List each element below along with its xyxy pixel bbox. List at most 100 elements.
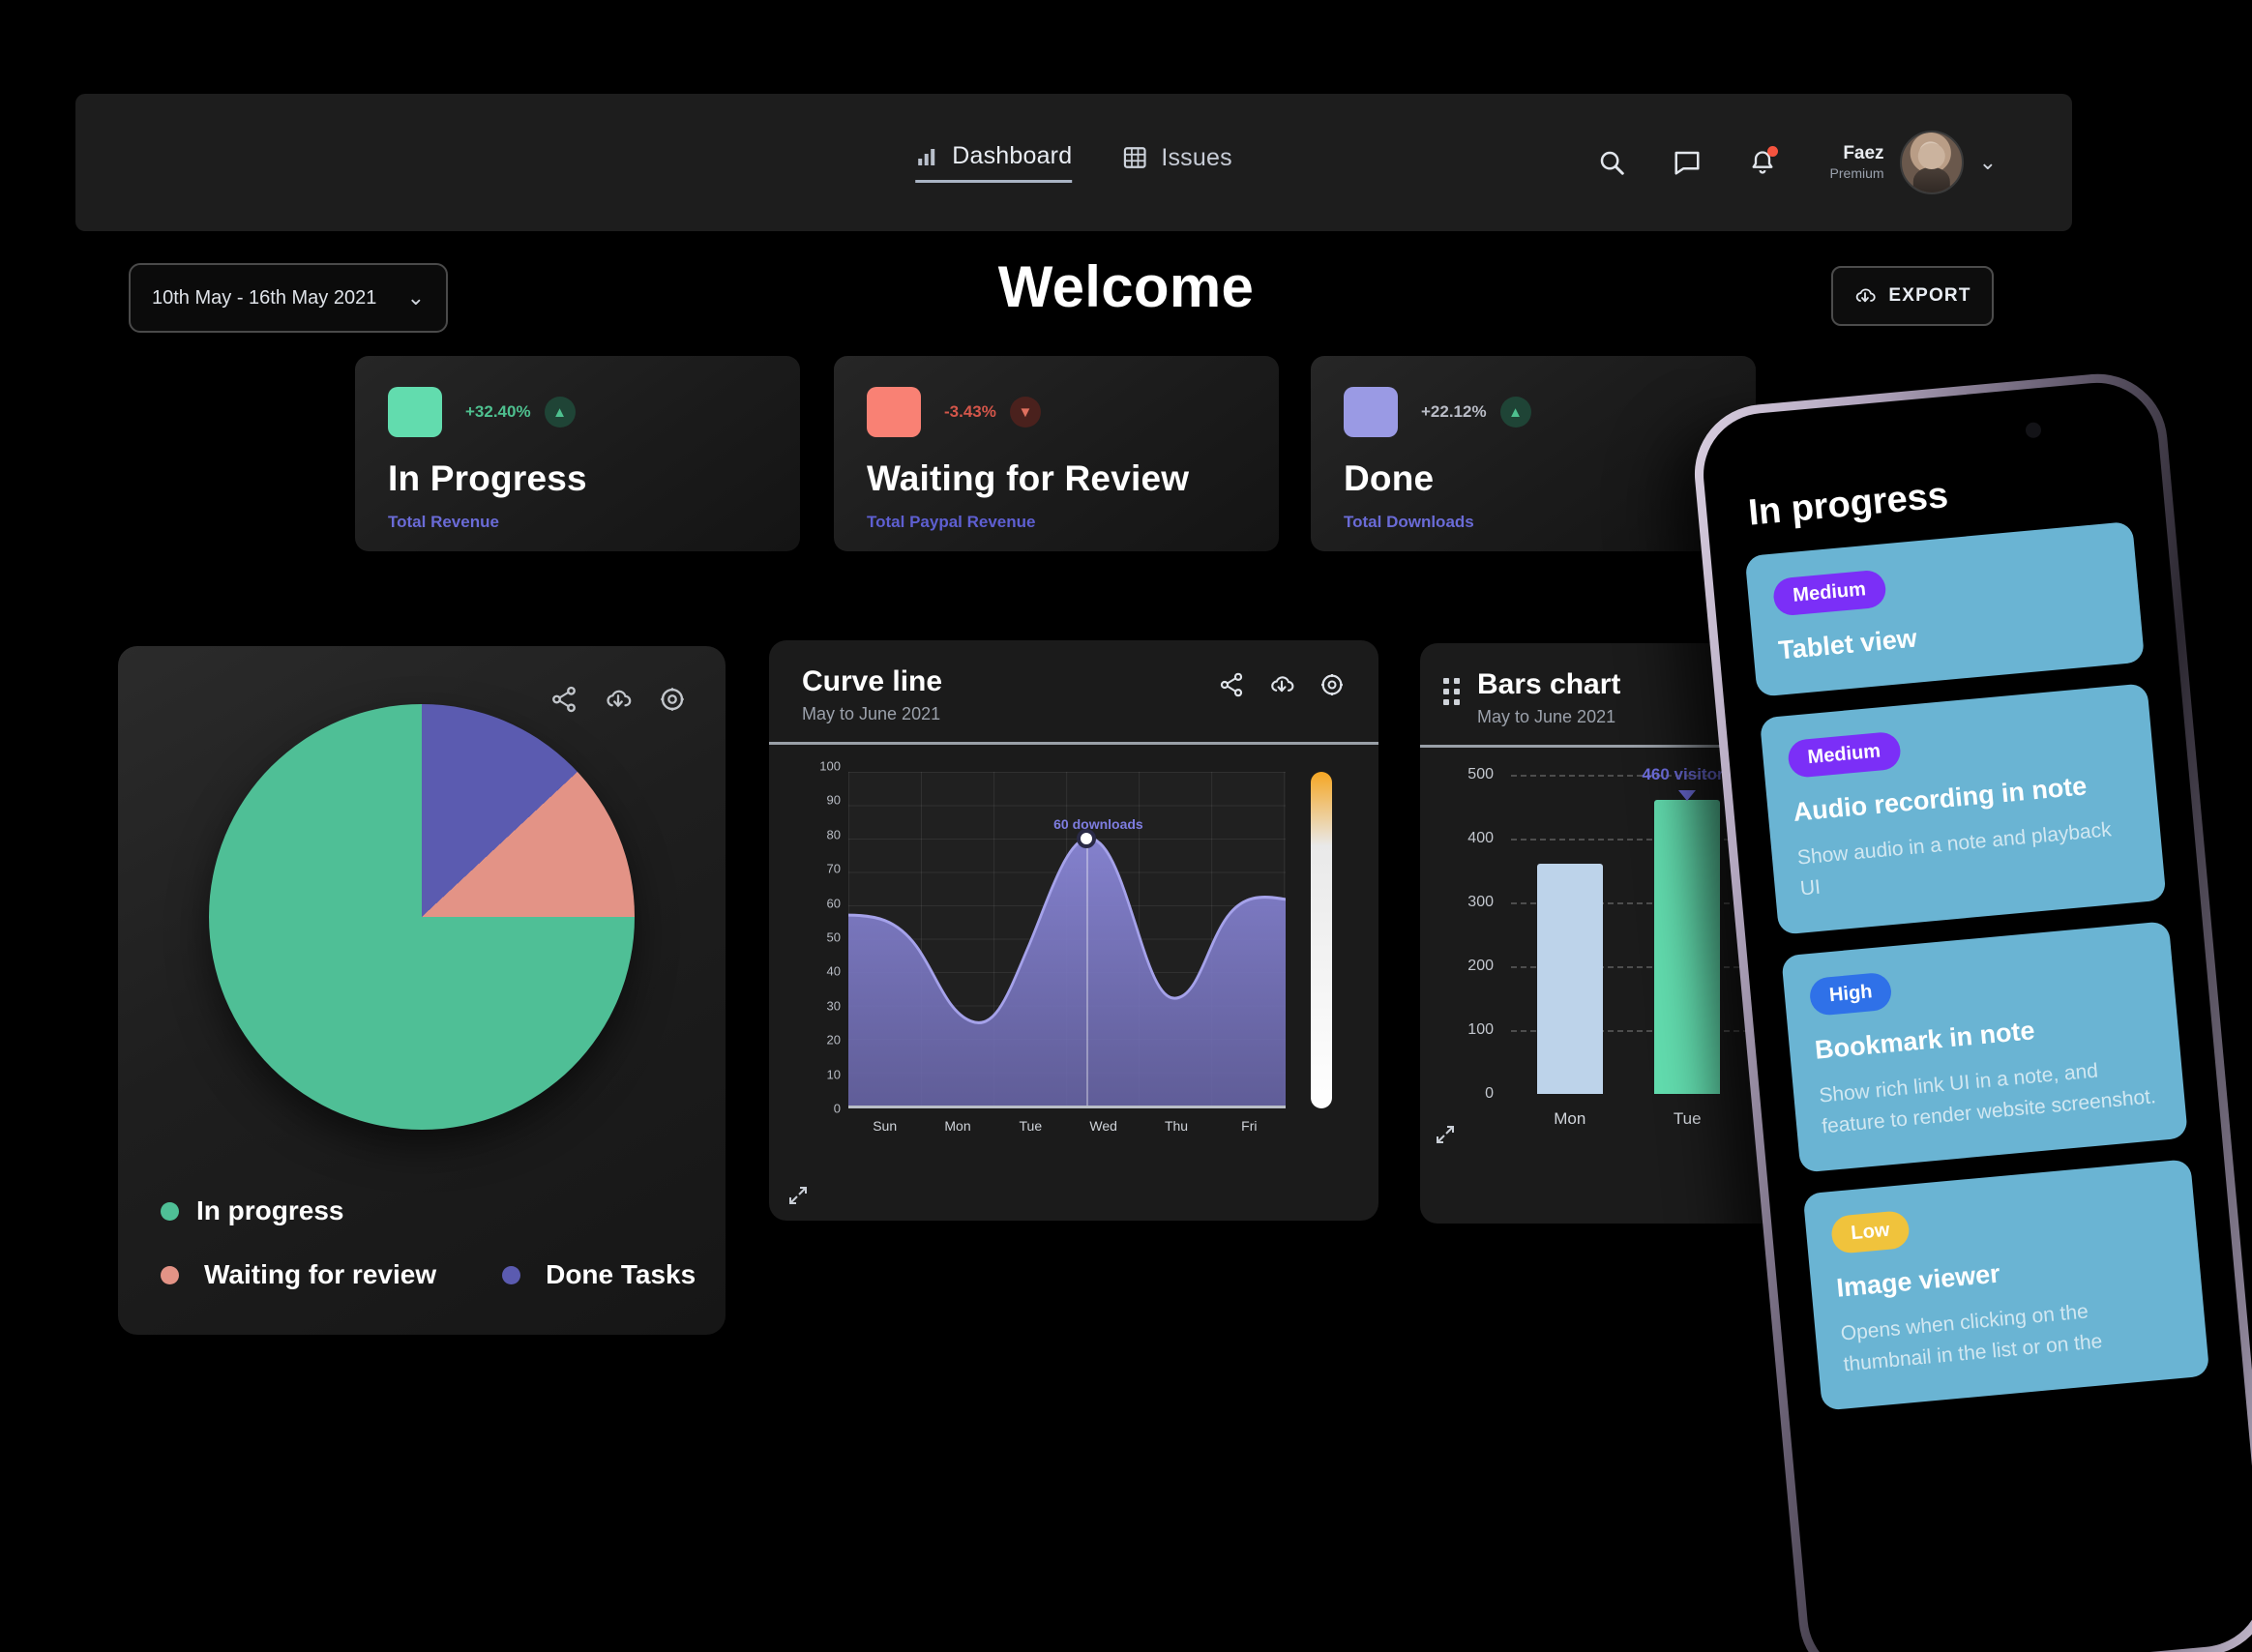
task-card[interactable]: Medium Tablet view [1744, 520, 2146, 697]
bar[interactable] [1654, 800, 1721, 1094]
stat-card-subtitle: Total Downloads [1344, 513, 1474, 531]
curve-y-tick: 40 [826, 963, 841, 979]
resize-handle-icon[interactable] [786, 1184, 810, 1207]
curve-x-tick: Thu [1164, 1118, 1189, 1134]
stat-card-title: Waiting for Review [867, 458, 1190, 498]
curve-tooltip: 60 downloads [1053, 816, 1143, 832]
stat-card-title: In Progress [388, 458, 587, 498]
trend-up-icon: ▲ [1499, 397, 1531, 428]
task-card-description: Show rich link UI in a note, and feature… [1818, 1059, 2157, 1137]
user-info: Faez Premium [1830, 142, 1884, 182]
stat-delta-value: +22.12% [1421, 402, 1487, 421]
curve-x-tick: Fri [1241, 1118, 1258, 1134]
stat-delta: +32.40% ▲ [465, 397, 576, 428]
top-navigation-bar: Dashboard Issues Faez Premium ⌄ [75, 94, 2072, 231]
curve-card-titles: Curve line May to June 2021 [802, 665, 942, 724]
curve-data-point[interactable] [1076, 829, 1096, 848]
phone-notch [1859, 416, 2000, 463]
cloud-download-icon[interactable] [1268, 671, 1295, 703]
task-card[interactable]: Low Image viewer Opens when clicking on … [1802, 1159, 2210, 1411]
curve-y-tick: 30 [826, 998, 841, 1014]
nav-links: Dashboard Issues [915, 142, 1232, 183]
bars-card-title: Bars chart [1477, 668, 1621, 700]
phone-screen: In progress Medium Tablet view Medium Au… [1698, 377, 2252, 1652]
priority-badge: Medium [1771, 569, 1887, 617]
task-card[interactable]: Medium Audio recording in note Show audi… [1759, 683, 2167, 935]
settings-gear-icon[interactable] [1319, 671, 1346, 703]
date-range-picker[interactable]: 10th May - 16th May 2021 ⌄ [129, 263, 448, 333]
bars-y-tick: 100 [1467, 1021, 1494, 1038]
curve-card-subtitle: May to June 2021 [802, 704, 941, 723]
legend-row-secondary: Waiting for review Done Tasks [161, 1259, 696, 1290]
legend-item-in-progress: In progress [161, 1195, 696, 1226]
curve-y-tick: 70 [826, 861, 841, 876]
bars-card-subtitle: May to June 2021 [1477, 707, 1616, 726]
stat-delta-value: -3.43% [944, 402, 996, 421]
priority-badge: Medium [1787, 730, 1902, 780]
curve-y-tick: 100 [819, 758, 841, 774]
export-button[interactable]: EXPORT [1831, 266, 1994, 326]
notification-dot [1766, 146, 1778, 157]
search-icon[interactable] [1594, 145, 1629, 180]
curve-y-tick: 10 [826, 1067, 841, 1082]
stat-card-top: +22.12% ▲ [1344, 387, 1723, 437]
phone-page-title: In progress [1746, 475, 1950, 534]
nav-item-dashboard-label: Dashboard [952, 142, 1073, 169]
cloud-download-icon [1853, 284, 1877, 308]
legend-label: Done Tasks [546, 1259, 696, 1289]
bars-y-axis: 0 100 200 300 400 500 [1439, 766, 1499, 1102]
curve-x-tick: Mon [944, 1118, 971, 1134]
page-title: Welcome [997, 254, 1255, 319]
pie-chart-slices [209, 704, 635, 1130]
curve-card-actions [1218, 671, 1346, 703]
bars-y-tick: 0 [1485, 1085, 1494, 1102]
user-plan: Premium [1829, 165, 1884, 182]
stat-card-subtitle: Total Revenue [388, 513, 499, 531]
settings-gear-icon[interactable] [658, 685, 687, 719]
phone-mockup: In progress Medium Tablet view Medium Au… [1688, 368, 2252, 1652]
chat-icon[interactable] [1670, 145, 1704, 180]
nav-right-cluster: Faez Premium ⌄ [1594, 131, 1997, 194]
curve-card-header: Curve line May to June 2021 [769, 640, 1378, 742]
legend-label: In progress [196, 1195, 344, 1225]
curve-y-tick: 50 [826, 929, 841, 945]
stat-delta-value: +32.40% [465, 402, 531, 421]
bar[interactable] [1536, 864, 1603, 1094]
bars-y-tick: 500 [1467, 766, 1494, 782]
bars-y-tick: 400 [1467, 830, 1494, 846]
task-card[interactable]: High Bookmark in note Show rich link UI … [1781, 921, 2188, 1173]
stat-card-top: -3.43% ▼ [867, 387, 1246, 437]
stat-card-done[interactable]: +22.12% ▲ Done Total Downloads [1311, 356, 1756, 551]
curve-y-axis: 0 10 20 30 40 50 60 70 80 90 100 [800, 759, 844, 1116]
bars-y-tick: 200 [1467, 958, 1494, 974]
nav-item-dashboard[interactable]: Dashboard [915, 142, 1073, 183]
stat-card-title: Done [1344, 458, 1435, 498]
legend-dot [502, 1265, 521, 1284]
bars-annotation: 460 visitors [1642, 765, 1733, 783]
curve-gradient-scrollbar[interactable] [1311, 772, 1332, 1108]
bars-x-tick: Mon [1554, 1109, 1586, 1128]
pie-chart-card: In progress Waiting for review Done Task… [118, 646, 726, 1335]
user-menu[interactable]: Faez Premium ⌄ [1830, 131, 1997, 194]
curve-y-tick: 90 [826, 792, 841, 808]
bell-icon[interactable] [1745, 145, 1780, 180]
export-button-label: EXPORT [1888, 285, 1971, 306]
stat-card-in-progress[interactable]: +32.40% ▲ In Progress Total Revenue [355, 356, 800, 551]
user-name: Faez [1843, 143, 1884, 164]
pie-chart [209, 704, 635, 1130]
share-icon[interactable] [1218, 671, 1245, 703]
stat-card-waiting-for-review[interactable]: -3.43% ▼ Waiting for Review Total Paypal… [834, 356, 1279, 551]
nav-item-issues[interactable]: Issues [1122, 143, 1232, 182]
resize-handle-icon[interactable] [1434, 1123, 1457, 1146]
legend-dot [161, 1265, 179, 1284]
curve-y-tick: 80 [826, 827, 841, 842]
drag-handle-icon[interactable] [1443, 678, 1460, 705]
priority-badge: Low [1829, 1209, 1911, 1254]
nav-item-issues-label: Issues [1161, 143, 1232, 171]
chevron-down-icon[interactable]: ⌄ [1979, 150, 1997, 175]
grid-icon [1122, 145, 1147, 170]
stat-delta: -3.43% ▼ [944, 397, 1041, 428]
card-divider [769, 742, 1378, 745]
stat-color-swatch [867, 387, 921, 437]
stat-delta: +22.12% ▲ [1421, 397, 1531, 428]
